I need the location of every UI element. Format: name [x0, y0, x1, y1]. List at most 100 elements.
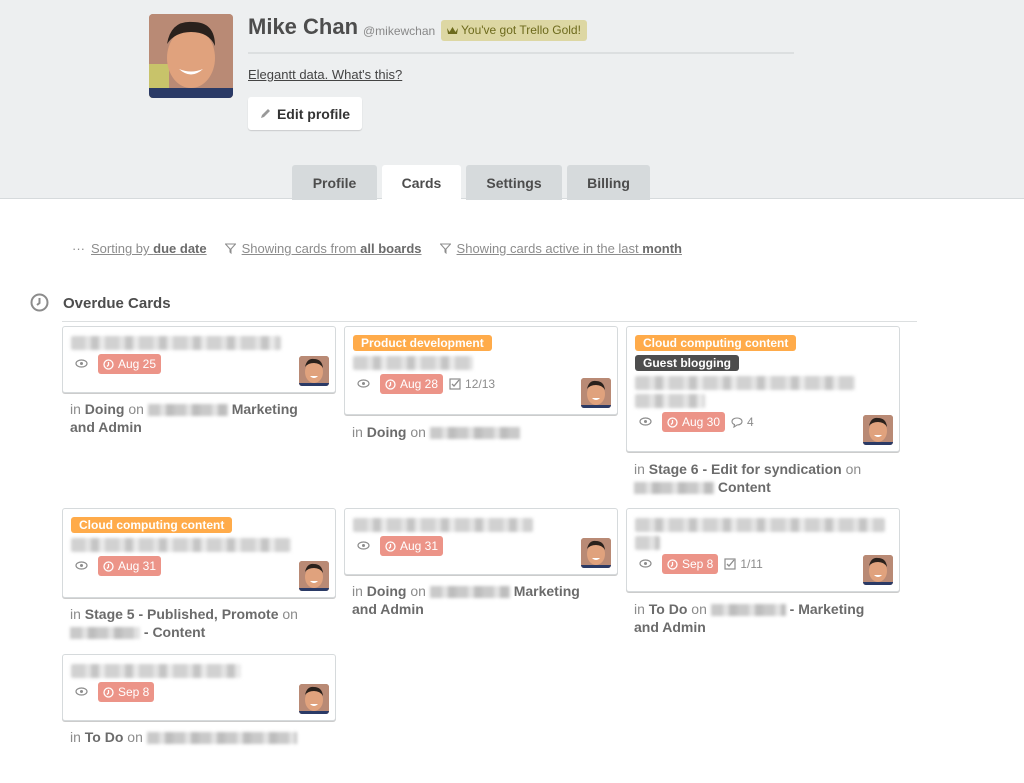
board-name-suffix[interactable]: Content [718, 479, 771, 495]
due-date-badge: Aug 31 [380, 536, 444, 556]
board-name-redacted[interactable] [634, 482, 714, 495]
overdue-card[interactable]: Product development Aug 28 12/13 [344, 326, 618, 415]
comment-icon [731, 416, 743, 428]
list-name[interactable]: Stage 6 - Edit for syndication [649, 461, 842, 477]
eye-icon [357, 541, 370, 550]
due-date-text: Aug 30 [682, 415, 721, 429]
card-title-redacted [353, 518, 533, 532]
card-title-redacted [353, 356, 473, 370]
location-on: on [841, 461, 862, 477]
trello-gold-badge[interactable]: You've got Trello Gold! [441, 20, 587, 41]
due-date-text: Aug 31 [400, 539, 439, 553]
eye-icon [75, 687, 88, 696]
location-on: on [406, 424, 430, 440]
sort-prefix: Sorting by [91, 241, 154, 256]
overdue-card[interactable]: Sep 8 [62, 654, 336, 721]
header-divider [248, 52, 794, 54]
checklist-badge: 1/11 [724, 557, 763, 571]
card-label[interactable]: Cloud computing content [71, 517, 233, 533]
board-name-redacted[interactable] [146, 732, 297, 745]
list-name[interactable]: To Do [85, 729, 124, 745]
member-avatar[interactable] [863, 555, 893, 585]
due-date-text: Sep 8 [682, 557, 714, 571]
due-date-badge: Aug 25 [98, 354, 162, 374]
edit-profile-label: Edit profile [276, 105, 351, 122]
overdue-card[interactable]: Cloud computing content Guest blogging Au… [626, 326, 900, 452]
tab-billing[interactable]: Billing [567, 165, 650, 200]
due-date-text: Aug 31 [118, 559, 157, 573]
card-location: in Doing on Marketing and Admin [352, 582, 587, 618]
board-name-suffix[interactable]: - Content [144, 624, 205, 640]
board-name-redacted[interactable] [70, 627, 140, 640]
overdue-card[interactable]: Aug 25 [62, 326, 336, 393]
card-badges: Aug 31 [353, 536, 609, 556]
boards-value: all boards [360, 241, 422, 256]
card-title-redacted [71, 336, 281, 350]
location-in: in [634, 601, 649, 617]
profile-avatar[interactable] [149, 14, 233, 98]
card-label[interactable]: Product development [353, 335, 492, 351]
board-name-redacted[interactable] [147, 404, 228, 417]
card-location: in To Do on - Marketing and Admin [634, 600, 869, 636]
board-name-redacted[interactable] [429, 586, 510, 599]
list-name[interactable]: Stage 5 - Published, Promote [85, 606, 279, 622]
board-name-redacted[interactable] [429, 427, 520, 440]
tab-settings[interactable]: Settings [466, 165, 562, 200]
due-date-badge: Sep 8 [98, 682, 155, 702]
active-filter[interactable]: Showing cards active in the last month [439, 241, 682, 256]
location-in: in [352, 424, 367, 440]
list-name[interactable]: Doing [367, 583, 407, 599]
tab-cards[interactable]: Cards [382, 165, 461, 201]
location-on: on [123, 729, 147, 745]
filter-icon [439, 243, 451, 254]
location-on: on [278, 606, 298, 622]
list-name[interactable]: Doing [85, 401, 125, 417]
overdue-card[interactable]: Sep 8 1/11 [626, 508, 900, 592]
list-name[interactable]: Doing [367, 424, 407, 440]
card-badges: Sep 8 [71, 682, 327, 702]
checklist-count: 12/13 [465, 377, 496, 391]
clock-icon [385, 540, 396, 552]
board-name-redacted[interactable] [710, 604, 786, 617]
card-location: in Stage 6 - Edit for syndication on Con… [634, 460, 869, 496]
due-date-badge: Aug 30 [662, 412, 726, 432]
location-in: in [352, 583, 367, 599]
card-title-redacted [71, 538, 291, 552]
member-avatar[interactable] [863, 415, 893, 445]
tab-profile[interactable]: Profile [292, 165, 377, 200]
card-badges: Sep 8 1/11 [635, 554, 891, 574]
profile-username: @mikewchan [363, 24, 436, 38]
clock-icon [103, 686, 114, 698]
member-avatar[interactable] [299, 356, 329, 386]
card-label[interactable]: Cloud computing content [635, 335, 797, 351]
card-title-redacted [635, 518, 885, 532]
boards-filter[interactable]: Showing cards from all boards [224, 241, 422, 256]
location-on: on [406, 583, 430, 599]
due-date-badge: Aug 31 [98, 556, 162, 576]
ellipsis-icon: ··· [72, 241, 85, 256]
list-name[interactable]: To Do [649, 601, 688, 617]
card-label[interactable]: Guest blogging [635, 355, 739, 371]
sort-filter[interactable]: ··· Sorting by due date [72, 241, 207, 256]
checklist-icon [724, 558, 736, 570]
clock-icon [667, 416, 678, 428]
overdue-card[interactable]: Cloud computing content Aug 31 [62, 508, 336, 598]
section-title: Overdue Cards [63, 295, 171, 312]
profile-tabs: Profile Cards Settings Billing [292, 165, 650, 201]
member-avatar[interactable] [299, 561, 329, 591]
overdue-card[interactable]: Aug 31 [344, 508, 618, 575]
sort-value: due date [153, 241, 207, 256]
member-avatar[interactable] [581, 378, 611, 408]
card-location: in Stage 5 - Published, Promote on - Con… [70, 605, 305, 641]
active-prefix: Showing cards active in the last [456, 241, 643, 256]
clock-icon [30, 293, 49, 312]
member-avatar[interactable] [581, 538, 611, 568]
edit-profile-button[interactable]: Edit profile [248, 97, 362, 130]
member-avatar[interactable] [299, 684, 329, 714]
checklist-badge: 12/13 [449, 377, 495, 391]
card-title-redacted [71, 664, 241, 678]
eye-icon [75, 561, 88, 570]
due-date-badge: Aug 28 [380, 374, 444, 394]
elegantt-data-link[interactable]: Elegantt data. What's this? [248, 67, 402, 82]
card-title-redacted [635, 536, 660, 550]
